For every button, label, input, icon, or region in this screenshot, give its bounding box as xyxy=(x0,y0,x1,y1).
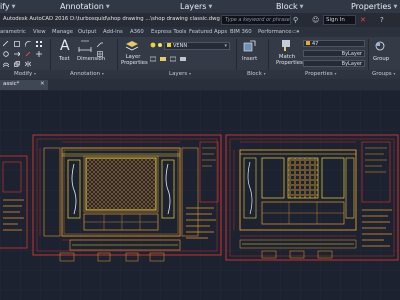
trim-icon[interactable] xyxy=(3,41,9,47)
panel-modify[interactable]: Modify ▾ xyxy=(14,71,36,77)
help-icon[interactable]: ? xyxy=(380,16,384,24)
chevron-down-icon: ▾ xyxy=(224,43,227,49)
tab-add-ins[interactable]: Add-ins xyxy=(103,29,123,35)
menu-annotation-label: Annotation xyxy=(60,2,104,11)
mirror-icon[interactable] xyxy=(25,61,31,67)
linetype-dropdown[interactable]: ByLayer xyxy=(303,50,365,57)
menu-modify[interactable]: ify ▼ xyxy=(0,2,16,11)
panel-groups-label: Groups xyxy=(372,71,392,77)
insert-button-label[interactable]: Insert xyxy=(242,56,257,62)
menu-layers-label: Layers xyxy=(180,2,207,11)
sign-in-button[interactable]: Sign In xyxy=(323,15,356,25)
fillet-icon[interactable] xyxy=(25,41,31,47)
drawing-canvas[interactable] xyxy=(0,90,400,300)
tab-bim-360[interactable]: BIM 360 xyxy=(230,29,252,35)
search-input[interactable]: Type a keyword or phrase xyxy=(221,15,291,25)
ribbon-panel-labels: Modify ▾ Annotation ▾ Layers ▾ Block ▾ P… xyxy=(0,70,400,79)
panel-groups[interactable]: Groups ▾ xyxy=(372,71,395,77)
text-button-label[interactable]: Text xyxy=(59,56,70,62)
user-icon[interactable]: ☺ xyxy=(312,16,319,24)
chevron-down-icon: ▼ xyxy=(208,3,213,10)
offset-icon[interactable] xyxy=(3,61,9,67)
match-properties-label[interactable]: Match Properties xyxy=(276,54,303,66)
chevron-down-icon: ▾ xyxy=(188,71,191,76)
menu-annotation[interactable]: Annotation ▼ xyxy=(60,2,110,11)
layer-properties-icon[interactable] xyxy=(125,40,139,52)
chevron-down-icon: ▾ xyxy=(334,71,337,76)
tab-a360[interactable]: A360 xyxy=(130,29,144,35)
autodesk-exchange-icon[interactable]: ✕ xyxy=(360,16,366,24)
insert-block-icon[interactable] xyxy=(243,40,256,52)
file-tab-bar: assic* ✕ xyxy=(0,79,400,90)
panel-block-label: Block xyxy=(247,71,262,77)
top-menu-bar: ify ▼ Annotation ▼ Layers ▼ Block ▼ Properti… xyxy=(0,0,400,13)
stretch-icon[interactable] xyxy=(14,51,20,57)
tab-output[interactable]: Output xyxy=(78,29,96,35)
extend-icon[interactable] xyxy=(14,41,20,47)
chevron-down-icon: ▾ xyxy=(101,71,104,76)
menu-modify-label: ify xyxy=(0,2,10,11)
tab-featured-apps[interactable]: Featured Apps xyxy=(189,29,227,35)
drawing-svg xyxy=(0,90,400,300)
panel-annotation-label: Annotation xyxy=(70,71,101,77)
layer-dropdown[interactable]: VENN ▾ xyxy=(164,42,230,50)
group-button-label[interactable]: Group xyxy=(373,56,389,62)
panel-modify-label: Modify xyxy=(14,71,33,77)
ribbon-options-icon[interactable]: ▭▾ xyxy=(292,29,299,35)
color-dropdown[interactable]: 47 xyxy=(303,40,365,47)
layer-tool-icon[interactable] xyxy=(180,56,186,62)
window-title: Autodesk AutoCAD 2016 D:\turbosquid\shop… xyxy=(3,16,220,22)
chevron-down-icon: ▼ xyxy=(299,3,304,10)
layer-tool-icon[interactable] xyxy=(150,56,156,62)
menu-properties-label: Properties xyxy=(351,2,392,11)
tab-manage[interactable]: Manage xyxy=(52,29,73,35)
close-icon[interactable]: ✕ xyxy=(40,81,45,87)
chevron-down-icon: ▼ xyxy=(393,3,398,10)
menu-properties[interactable]: Properties ▼ xyxy=(351,2,397,11)
layer-tool-icon[interactable] xyxy=(160,56,166,62)
panel-block[interactable]: Block ▾ xyxy=(247,71,266,77)
tab-express-tools[interactable]: Express Tools xyxy=(151,29,186,35)
tab-performance[interactable]: Performance xyxy=(258,29,292,35)
lineweight-dropdown-value: ByLayer xyxy=(341,61,362,67)
text-icon[interactable]: A xyxy=(60,38,70,54)
tab-view[interactable]: View xyxy=(33,29,46,35)
binoculars-icon[interactable]: ⚲ xyxy=(293,16,298,24)
panel-layers[interactable]: Layers ▾ xyxy=(169,71,191,77)
group-icon[interactable] xyxy=(374,40,386,52)
chevron-down-icon: ▾ xyxy=(393,71,396,76)
file-tab-label: assic* xyxy=(3,81,20,87)
title-bar: Autodesk AutoCAD 2016 D:\turbosquid\shop… xyxy=(0,13,400,27)
layer-bulb-icon xyxy=(150,42,156,48)
table-icon[interactable] xyxy=(97,51,103,57)
color-dropdown-value: 47 xyxy=(312,41,319,47)
chevron-down-icon: ▼ xyxy=(105,3,110,10)
erase-icon[interactable] xyxy=(25,51,31,57)
panel-layers-label: Layers xyxy=(169,71,188,77)
explode-icon[interactable] xyxy=(3,51,9,57)
move-icon[interactable] xyxy=(36,51,42,57)
scale-icon[interactable] xyxy=(14,61,20,67)
linetype-dropdown-value: ByLayer xyxy=(341,51,362,57)
chevron-down-icon: ▼ xyxy=(11,3,16,10)
dimension-icon[interactable] xyxy=(78,40,92,53)
chevron-down-icon: ▾ xyxy=(33,71,36,76)
panel-properties-label: Properties xyxy=(305,71,333,77)
layer-dropdown-value: VENN xyxy=(173,43,188,49)
tab-parametric[interactable]: arametric xyxy=(0,29,26,35)
menu-block[interactable]: Block ▼ xyxy=(276,2,304,11)
match-properties-icon[interactable] xyxy=(280,39,292,52)
menu-layers[interactable]: Layers ▼ xyxy=(180,2,212,11)
array-icon[interactable] xyxy=(36,41,42,47)
panel-annotation[interactable]: Annotation ▾ xyxy=(70,71,104,77)
leader-icon[interactable] xyxy=(97,41,103,47)
ribbon-tabs: arametric View Manage Output Add-ins A36… xyxy=(0,27,400,37)
panel-properties[interactable]: Properties ▾ xyxy=(305,71,337,77)
layer-sun-icon xyxy=(158,43,162,47)
menu-block-label: Block xyxy=(276,2,298,11)
layer-properties-label[interactable]: Layer Properties xyxy=(121,54,148,66)
chevron-down-icon: ▾ xyxy=(263,71,266,76)
layer-tool-icon[interactable] xyxy=(170,56,176,62)
lineweight-dropdown[interactable]: ByLayer xyxy=(303,60,365,67)
